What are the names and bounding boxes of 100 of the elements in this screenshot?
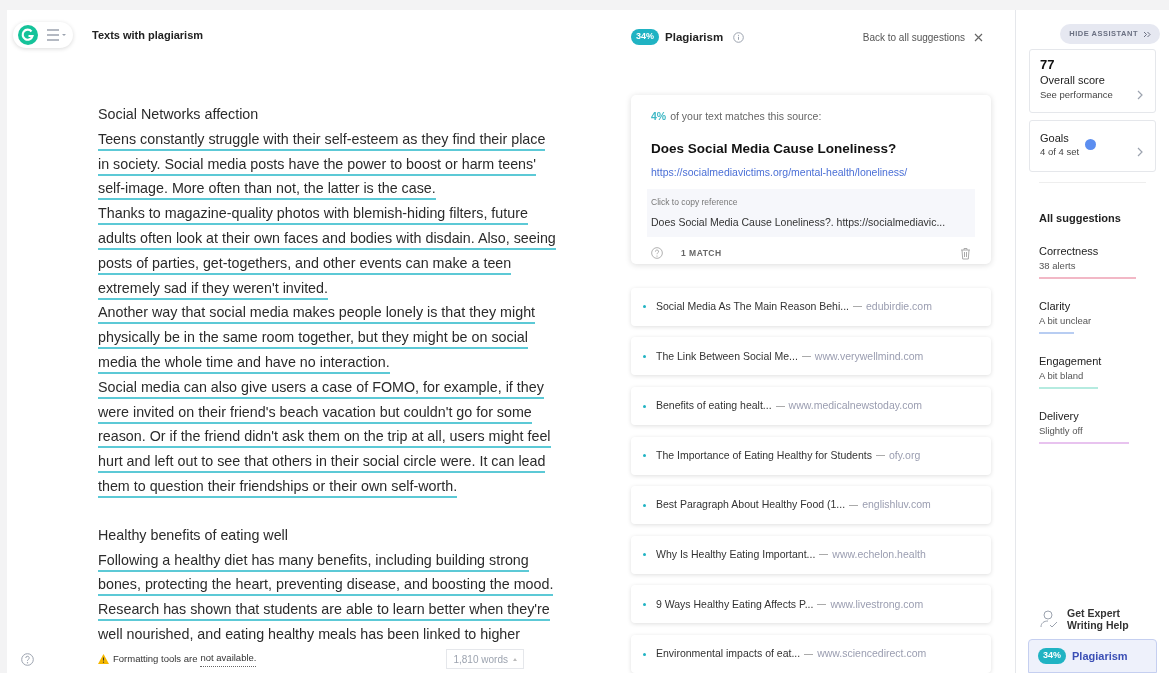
plagiarism-tab[interactable]: 34% Plagiarism	[1028, 639, 1157, 673]
source-site: www.verywellmind.com	[814, 348, 924, 364]
dash-icon	[801, 355, 811, 357]
section-heading: Social Networks affection	[98, 105, 259, 124]
source-title: The Importance of Eating Healthy for Students	[656, 447, 872, 463]
highlighted-text-line[interactable]: Another way that social media makes people lonely is that they might	[98, 303, 536, 325]
category-status: A bit bland	[1039, 368, 1085, 383]
section-heading: Healthy benefits of eating well	[98, 525, 288, 545]
source-item[interactable]: The Importance of Eating Healthy for Students ofy.org	[631, 436, 991, 475]
highlighted-text-line[interactable]: extremely sad if they weren't invited.	[98, 278, 328, 300]
bullet-icon	[643, 553, 646, 557]
warning-icon	[98, 654, 109, 664]
source-title: 9 Ways Healthy Eating Affects P...	[656, 596, 814, 612]
dash-icon	[775, 405, 785, 407]
suggestion-category[interactable]: Engagement A bit bland	[1039, 353, 1156, 389]
source-item[interactable]: Benefits of eating healt... www.medicalnewstoday.com	[631, 387, 991, 426]
source-title: The Link Between Social Me...	[656, 348, 798, 364]
category-status: Slightly off	[1039, 423, 1084, 438]
dash-icon	[853, 306, 862, 308]
bullet-icon	[643, 503, 646, 507]
source-item[interactable]: Environmental impacts of eat... www.sciencedirect.com	[631, 635, 991, 673]
source-site: englishluv.com	[862, 497, 931, 513]
highlighted-text-line[interactable]: physically be in the same room together, but they might be on social	[98, 328, 528, 350]
highlighted-text-line[interactable]: them to question their friendships or their own self-worth.	[98, 476, 458, 498]
source-title: Why Is Healthy Eating Important...	[656, 546, 816, 562]
bullet-icon	[643, 305, 646, 309]
dash-icon	[849, 504, 859, 506]
expert-help-link[interactable]: Get Expert Writing Help	[1067, 607, 1137, 631]
goals-card[interactable]: Goals 4 of 4 set	[1029, 120, 1156, 172]
source-site: www.livestrong.com	[830, 596, 924, 612]
dash-icon	[875, 455, 885, 457]
source-site: www.medicalnewstoday.com	[788, 398, 923, 414]
help-icon[interactable]	[651, 247, 663, 260]
suggestion-category[interactable]: Delivery Slightly off	[1039, 408, 1156, 444]
highlighted-text-line[interactable]: in society. Social media posts have the power to boost or harm teens'	[98, 154, 536, 176]
info-icon[interactable]	[733, 31, 745, 43]
percent-badge: 34%	[631, 29, 659, 45]
suggestion-category[interactable]: Correctness 38 alerts	[1039, 243, 1156, 279]
reference-text: Does Social Media Cause Loneliness?. https://socialmediavic...	[651, 214, 947, 230]
back-link[interactable]: Back to all suggestions	[862, 29, 965, 45]
all-suggestions-label: All suggestions	[1038, 211, 1122, 226]
source-item[interactable]: The Link Between Social Me... www.verywellmind.com	[631, 337, 991, 376]
highlighted-text-line[interactable]: self-image. More often than not, the latter is the case.	[98, 179, 436, 201]
source-site: www.sciencedirect.com	[817, 646, 927, 662]
document-title: Texts with plagiarism	[92, 27, 204, 43]
not-available-link[interactable]: not available.	[200, 651, 257, 667]
source-site: edubirdie.com	[866, 298, 932, 314]
highlighted-text-line[interactable]: media the whole time and have no interaction.	[98, 352, 390, 374]
score-card[interactable]: 77 Overall score See performance	[1029, 49, 1156, 113]
copy-label: Click to copy reference	[651, 196, 739, 209]
source-title: Social Media As The Main Reason Behi...	[656, 298, 849, 314]
source-item[interactable]: 9 Ways Healthy Eating Affects P... www.livestrong.com	[631, 585, 991, 624]
source-title: Environmental impacts of eat...	[656, 646, 801, 662]
close-icon[interactable]	[974, 32, 983, 42]
highlighted-text-line[interactable]: were invited on their friend's beach vacation but couldn't go for some	[98, 402, 532, 424]
highlighted-text-line[interactable]: bones, protecting the heart, preventing disease, and boosting the mood.	[98, 575, 554, 597]
highlighted-text-line[interactable]: posts of parties, get-togethers, and other events can make a teen	[98, 253, 512, 275]
source-site: www.echelon.health	[832, 546, 926, 562]
formatting-warning: Formatting tools are	[113, 651, 198, 666]
panel-title: Plagiarism	[665, 29, 724, 45]
goals-status: 4 of 4 set	[1040, 145, 1080, 159]
highlighted-text-line[interactable]: adults often look at their own faces and bodies with disdain. Also, seeing	[98, 229, 556, 250]
bullet-icon	[643, 652, 646, 656]
match-percent: 4%	[651, 109, 667, 125]
trash-icon[interactable]	[960, 246, 971, 260]
dash-icon	[804, 653, 814, 655]
highlighted-text-line[interactable]: hurt and left out to see that others in their social circle were. It can lead	[98, 452, 546, 474]
highlighted-text-line[interactable]: reason. Or if the friend didn't ask them on the trip at all, users might feel	[98, 427, 551, 449]
bullet-icon	[643, 602, 646, 606]
match-count: 1 MATCH	[681, 246, 722, 260]
bullet-icon	[643, 354, 646, 358]
match-description: of your text matches this source:	[670, 109, 822, 125]
dash-icon	[819, 554, 829, 556]
category-name: Engagement	[1039, 353, 1103, 369]
chevron-right-icon	[1137, 147, 1143, 158]
highlighted-text-line[interactable]: Teens constantly struggle with their self-esteem as they find their place	[98, 129, 546, 151]
highlighted-text-line[interactable]: Following a healthy diet has many benefits, including building strong	[98, 550, 529, 572]
suggestion-category[interactable]: Clarity A bit unclear	[1039, 298, 1156, 334]
highlighted-text-line[interactable]: Research has shown that students are able to learn better when they're	[98, 600, 550, 622]
see-performance-link[interactable]: See performance	[1040, 88, 1113, 103]
goals-label: Goals	[1040, 131, 1069, 145]
source-item[interactable]: Social Media As The Main Reason Behi... edubirdie.com	[631, 287, 991, 326]
menu-icon[interactable]	[46, 28, 68, 42]
copy-reference-box[interactable]: Click to copy reference Does Social Media Cause Loneliness?. https://socialmediavic...	[647, 189, 975, 237]
text-line: well nourished, and eating healthy meals has been linked to higher	[98, 624, 521, 644]
source-title: Benefits of eating healt...	[656, 398, 772, 414]
source-title: Best Paragraph About Healthy Food (1...	[656, 497, 846, 513]
highlighted-text-line[interactable]: Thanks to magazine-quality photos with blemish-hiding filters, future	[98, 204, 528, 226]
highlighted-text-line[interactable]: Social media can also give users a case of FOMO, for example, if they	[98, 377, 544, 399]
category-name: Clarity	[1039, 298, 1072, 314]
dash-icon	[817, 603, 827, 605]
source-item[interactable]: Why Is Healthy Eating Important... www.echelon.health	[631, 535, 991, 574]
category-status: A bit unclear	[1039, 313, 1093, 328]
category-name: Correctness	[1039, 243, 1100, 259]
help-icon[interactable]	[21, 652, 34, 666]
percent-badge: 34%	[1038, 648, 1066, 664]
source-item[interactable]: Best Paragraph About Healthy Food (1... englishluv.com	[631, 486, 991, 525]
logo-icon[interactable]	[18, 25, 38, 45]
source-link[interactable]: https://socialmediavictims.org/mental-health/loneliness/	[651, 165, 971, 182]
category-name: Delivery	[1039, 408, 1080, 424]
